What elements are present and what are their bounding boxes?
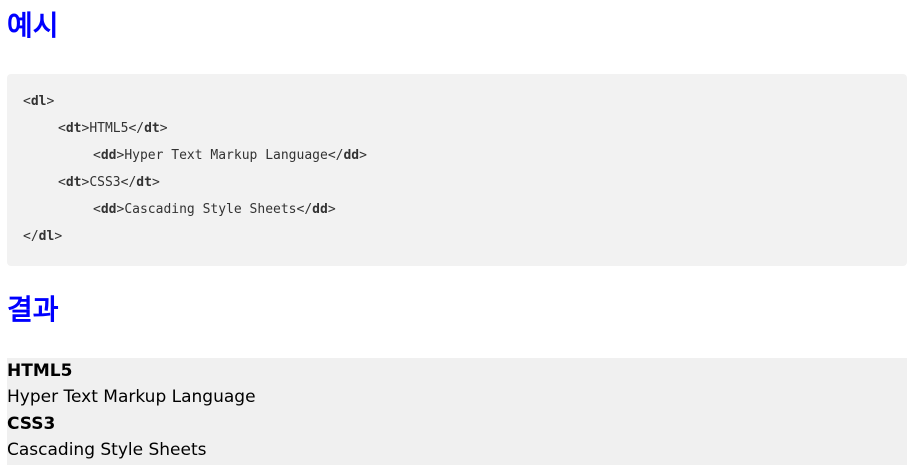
code-line-dl-open: <dl> <box>23 92 907 119</box>
result-description: Hyper Text Markup Language <box>7 387 256 407</box>
code-punct: </ <box>327 148 344 163</box>
code-punct: < <box>93 202 101 217</box>
code-punct: > <box>327 202 336 217</box>
code-tag: dl <box>30 94 47 109</box>
result-term: HTML5 <box>7 361 73 381</box>
code-punct: > <box>54 229 63 244</box>
result-term: CSS3 <box>7 414 56 434</box>
page: 예시 <dl> <dt>HTML5</dt> <dd>Hyper Text Ma… <box>0 0 915 475</box>
result-description: Cascading Style Sheets <box>7 440 207 460</box>
code-tag: dd <box>343 148 360 163</box>
code-punct: </ <box>128 121 145 136</box>
code-line-dl-close: </dl> <box>23 227 907 254</box>
code-punct: < <box>93 148 101 163</box>
code-line-dd1: <dd>Hyper Text Markup Language</dd> <box>23 146 907 173</box>
code-text: Hyper Text Markup Language <box>124 148 328 163</box>
example-heading: 예시 <box>7 9 59 42</box>
code-punct: > <box>46 94 55 109</box>
code-text: CSS3 <box>89 175 121 190</box>
code-text: HTML5 <box>89 121 129 136</box>
code-tag: dd <box>100 202 117 217</box>
code-punct: < <box>58 121 66 136</box>
code-tag: dl <box>38 229 55 244</box>
code-tag: dt <box>65 175 82 190</box>
code-tag: dt <box>144 121 160 136</box>
code-line-dt2: <dt>CSS3</dt> <box>23 173 907 200</box>
code-punct: > <box>159 121 168 136</box>
code-punct: </ <box>120 175 137 190</box>
code-text: Cascading Style Sheets <box>124 202 297 217</box>
code-tag: dd <box>312 202 328 217</box>
code-punct: > <box>359 148 367 163</box>
code-punct: </ <box>296 202 313 217</box>
code-tag: dd <box>100 148 117 163</box>
code-punct: < <box>58 175 66 190</box>
code-tag: dt <box>136 175 152 190</box>
result-description-list: HTML5 Hyper Text Markup Language CSS3 Ca… <box>7 358 907 465</box>
code-example-block: <dl> <dt>HTML5</dt> <dd>Hyper Text Marku… <box>7 74 907 266</box>
code-punct: < <box>23 94 31 109</box>
code-tag: dt <box>65 121 82 136</box>
result-heading: 결과 <box>7 293 59 326</box>
code-line-dd2: <dd>Cascading Style Sheets</dd> <box>23 200 907 227</box>
code-line-dt1: <dt>HTML5</dt> <box>23 119 907 146</box>
code-punct: </ <box>23 229 39 244</box>
code-punct: > <box>151 175 160 190</box>
